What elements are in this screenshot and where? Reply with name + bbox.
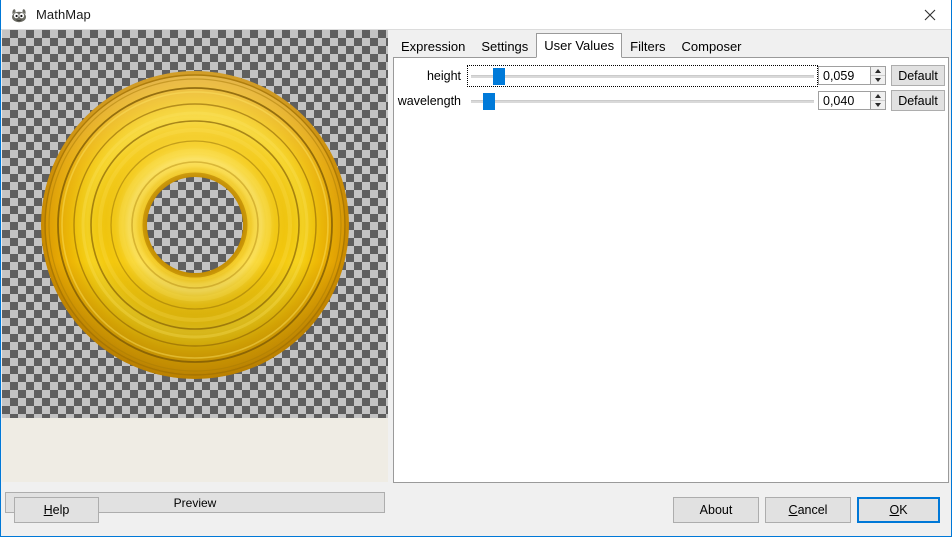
- preview-pane: Preview: [2, 30, 388, 482]
- spin-up-wavelength[interactable]: [871, 92, 885, 101]
- spin-value-height[interactable]: 0,059: [818, 66, 870, 85]
- spin-down-height[interactable]: [871, 76, 885, 85]
- slider-track: [471, 100, 814, 103]
- cancel-label-rest: ancel: [798, 503, 828, 517]
- user-value-row: height 0,059 Default: [395, 63, 949, 88]
- cancel-mnemonic: C: [789, 503, 798, 517]
- spin-down-wavelength[interactable]: [871, 101, 885, 110]
- about-button[interactable]: About: [673, 497, 759, 523]
- tab-strip: Expression Settings User Values Filters …: [393, 33, 750, 57]
- user-value-label-wavelength: wavelength: [395, 94, 467, 108]
- preview-filler: [2, 418, 388, 482]
- slider-height[interactable]: [467, 65, 818, 87]
- ok-button[interactable]: OK: [857, 497, 940, 523]
- tab-user-values[interactable]: User Values: [536, 33, 622, 58]
- tab-settings[interactable]: Settings: [473, 35, 536, 57]
- window-title: MathMap: [36, 7, 91, 22]
- help-label-rest: elp: [53, 503, 70, 517]
- help-mnemonic: H: [44, 503, 53, 517]
- chevron-up-icon: [875, 69, 881, 73]
- settings-notebook: height 0,059 Default wavelength: [393, 33, 949, 483]
- user-value-row: wavelength 0,040 Default: [395, 88, 949, 113]
- render-preview-canvas[interactable]: [2, 30, 388, 418]
- cancel-button[interactable]: Cancel: [765, 497, 851, 523]
- tab-filters[interactable]: Filters: [622, 35, 673, 57]
- spin-buttons-wavelength: [870, 91, 886, 110]
- chevron-down-icon: [875, 103, 881, 107]
- slider-wavelength[interactable]: [467, 90, 818, 112]
- default-button-wavelength[interactable]: Default: [891, 90, 945, 111]
- slider-track: [471, 75, 814, 78]
- ok-mnemonic: O: [889, 503, 899, 517]
- title-bar: MathMap: [1, 0, 952, 30]
- chevron-up-icon: [875, 94, 881, 98]
- golden-torus-render: [40, 70, 350, 380]
- close-window-button[interactable]: [907, 0, 952, 29]
- user-value-label-height: height: [395, 69, 467, 83]
- chevron-down-icon: [875, 78, 881, 82]
- user-values-page: height 0,059 Default wavelength: [393, 57, 949, 483]
- help-button[interactable]: Help: [14, 497, 99, 523]
- spin-up-height[interactable]: [871, 67, 885, 76]
- default-button-height[interactable]: Default: [891, 65, 945, 86]
- gimp-wilber-icon: [10, 6, 28, 24]
- mathmap-dialog-window: MathMap: [0, 0, 952, 537]
- ok-label-rest: K: [899, 503, 907, 517]
- close-icon: [924, 9, 936, 21]
- spin-value-wavelength[interactable]: 0,040: [818, 91, 870, 110]
- tab-expression[interactable]: Expression: [393, 35, 473, 57]
- spin-buttons-height: [870, 66, 886, 85]
- slider-thumb-wavelength[interactable]: [483, 93, 495, 110]
- torus-svg: [40, 70, 350, 380]
- user-values-table: height 0,059 Default wavelength: [395, 59, 949, 113]
- tab-composer[interactable]: Composer: [674, 35, 750, 57]
- slider-thumb-height[interactable]: [493, 68, 505, 85]
